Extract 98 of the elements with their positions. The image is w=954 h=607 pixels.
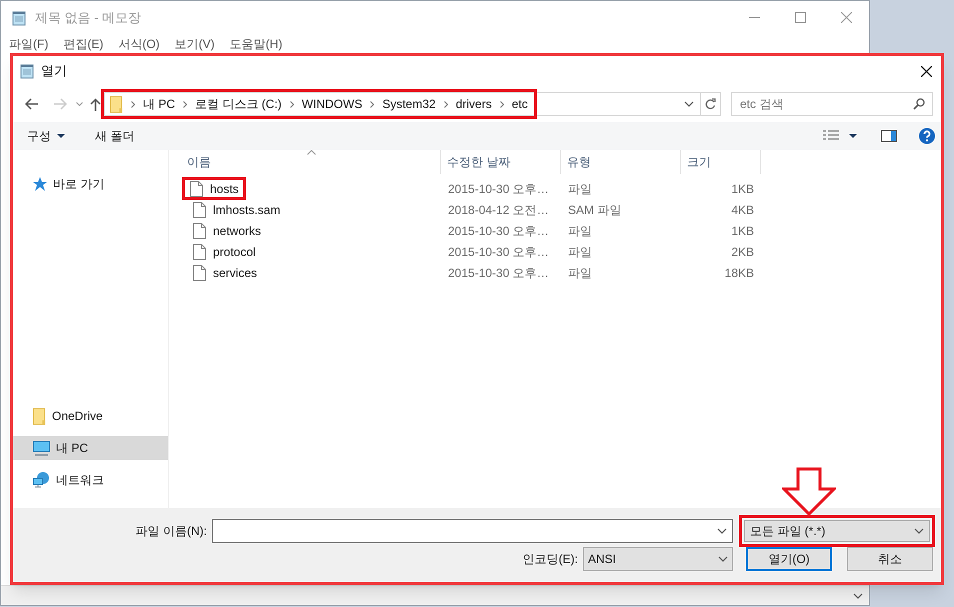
folder-icon	[110, 96, 123, 112]
file-name: networks	[213, 222, 262, 240]
table-cell-text: 파일	[567, 264, 593, 282]
help-button[interactable]	[919, 128, 935, 144]
table-cell-text: 파일	[567, 222, 593, 240]
table-cell-text: 2015-10-30 오후…	[447, 180, 550, 198]
menu-item[interactable]: 서식(O)	[118, 35, 160, 53]
field-label: 파일 이름(N):	[134, 523, 208, 540]
table-cell-text: 1KB	[730, 222, 755, 240]
network-icon	[33, 472, 50, 488]
caret-icon	[849, 134, 857, 138]
chevron-right-icon	[370, 100, 374, 108]
file-icon	[193, 264, 206, 280]
field-label: 인코딩(E):	[522, 551, 579, 568]
encoding-select[interactable]: ANSI	[583, 547, 733, 571]
file-name-field[interactable]	[212, 519, 733, 543]
menu-item[interactable]: 도움말(H)	[230, 35, 282, 53]
close-icon	[920, 66, 932, 76]
chevron-right-icon	[183, 100, 188, 108]
file-icon	[193, 222, 206, 238]
dialog-title: 열기	[41, 62, 67, 80]
chevron-right-icon	[290, 100, 294, 108]
file-row[interactable]: protocol 2015-10-30 오후… 파일 2KB	[181, 241, 941, 262]
file-type-select[interactable]: 모든 파일 (*.*)	[744, 520, 930, 542]
view-button[interactable]	[823, 130, 857, 142]
monitor-icon	[33, 440, 50, 456]
dialog-button[interactable]: 열기(O)	[746, 547, 832, 571]
star-icon	[33, 177, 47, 191]
arrow-right-icon	[53, 98, 67, 110]
file-name: protocol	[213, 244, 256, 260]
breadcrumb-item[interactable]: 내 PC	[143, 95, 176, 113]
search-icon	[913, 98, 925, 110]
breadcrumb-item[interactable]: WINDOWS	[302, 95, 362, 113]
column-header[interactable]: 이름	[181, 150, 441, 174]
arrow-up-icon	[90, 98, 100, 110]
chevron-right-icon	[500, 100, 504, 108]
help-icon	[919, 128, 935, 144]
arrow-left-icon	[25, 98, 39, 110]
table-cell-text: 파일	[567, 180, 593, 198]
window-title: 제목 없음 - 메모장	[35, 8, 142, 27]
list-view-icon	[823, 130, 839, 142]
table-cell-text: 2015-10-30 오후…	[447, 244, 550, 260]
file-name: lmhosts.sam	[213, 202, 280, 218]
file-row[interactable]: services 2015-10-30 오후… 파일 18KB	[181, 262, 941, 283]
dialog-icon	[19, 63, 35, 79]
address-bar[interactable]: 내 PC 로컬 디스크 (C:) WINDOWS System32 drivers etc	[104, 92, 721, 116]
table-cell-text: 4KB	[730, 202, 755, 218]
table-cell-text: 1KB	[730, 180, 755, 198]
table-cell-text: 2015-10-30 오후…	[447, 222, 550, 240]
preview-pane-icon	[881, 130, 897, 142]
file-icon	[193, 244, 206, 260]
file-icon	[193, 202, 206, 218]
breadcrumb-item[interactable]: 로컬 디스크 (C:)	[195, 95, 282, 113]
chevron-down-icon	[718, 556, 728, 562]
caret-icon	[57, 134, 65, 138]
table-cell-text: 2018-04-12 오전…	[447, 202, 550, 218]
file-row[interactable]: hosts 2015-10-30 오후… 파일 1KB	[181, 178, 941, 199]
file-row[interactable]: networks 2015-10-30 오후… 파일 1KB	[181, 220, 941, 241]
menu-item[interactable]: 파일(F)	[9, 35, 48, 53]
table-cell-text: 파일	[567, 244, 593, 260]
table-cell-text: 2KB	[730, 244, 755, 260]
dialog-button[interactable]: 취소	[847, 547, 933, 571]
breadcrumb-item[interactable]: etc	[512, 95, 528, 113]
chevron-down-icon	[76, 102, 82, 106]
chevron-down-icon	[914, 528, 924, 534]
column-header[interactable]: 유형	[561, 150, 681, 174]
chevron-down-icon	[684, 101, 694, 107]
sidebar-item[interactable]: 네트워크	[13, 468, 168, 492]
chevron-right-icon	[444, 100, 448, 108]
notepad-icon	[11, 10, 27, 26]
file-name: services	[213, 264, 258, 282]
chevron-down-icon	[717, 528, 727, 534]
breadcrumb-item[interactable]: drivers	[456, 95, 492, 113]
file-icon	[190, 180, 203, 196]
organize-button[interactable]: 구성	[27, 127, 65, 145]
menu-item[interactable]: 편집(E)	[63, 35, 104, 53]
menu-item[interactable]: 보기(V)	[174, 35, 215, 53]
table-cell-text: SAM 파일	[567, 202, 622, 218]
file-name: hosts	[210, 180, 239, 198]
minimize-icon	[748, 17, 760, 18]
table-cell-text: 2015-10-30 오후…	[447, 264, 550, 282]
preview-pane-button[interactable]	[881, 130, 897, 142]
chevron-right-icon	[131, 100, 135, 108]
new-folder-button[interactable]: 새 폴더	[95, 127, 134, 145]
file-row[interactable]: lmhosts.sam 2018-04-12 오전… SAM 파일 4KB	[181, 199, 941, 220]
sidebar-item[interactable]: OneDrive	[13, 404, 168, 428]
close-icon	[840, 12, 852, 23]
sidebar-item[interactable]: 내 PC	[13, 436, 168, 460]
table-cell-text: 18KB	[724, 264, 755, 282]
sidebar-item[interactable]: 바로 가기	[13, 172, 168, 196]
search-field[interactable]: etc 검색	[731, 92, 933, 116]
folder-icon	[33, 408, 46, 424]
refresh-icon	[705, 98, 716, 110]
breadcrumb-item[interactable]: System32	[382, 95, 436, 113]
chevron-down-icon	[853, 592, 863, 598]
column-header[interactable]: 크기	[681, 150, 761, 174]
column-header[interactable]: 수정한 날짜	[441, 150, 561, 174]
maximize-icon	[794, 12, 806, 23]
